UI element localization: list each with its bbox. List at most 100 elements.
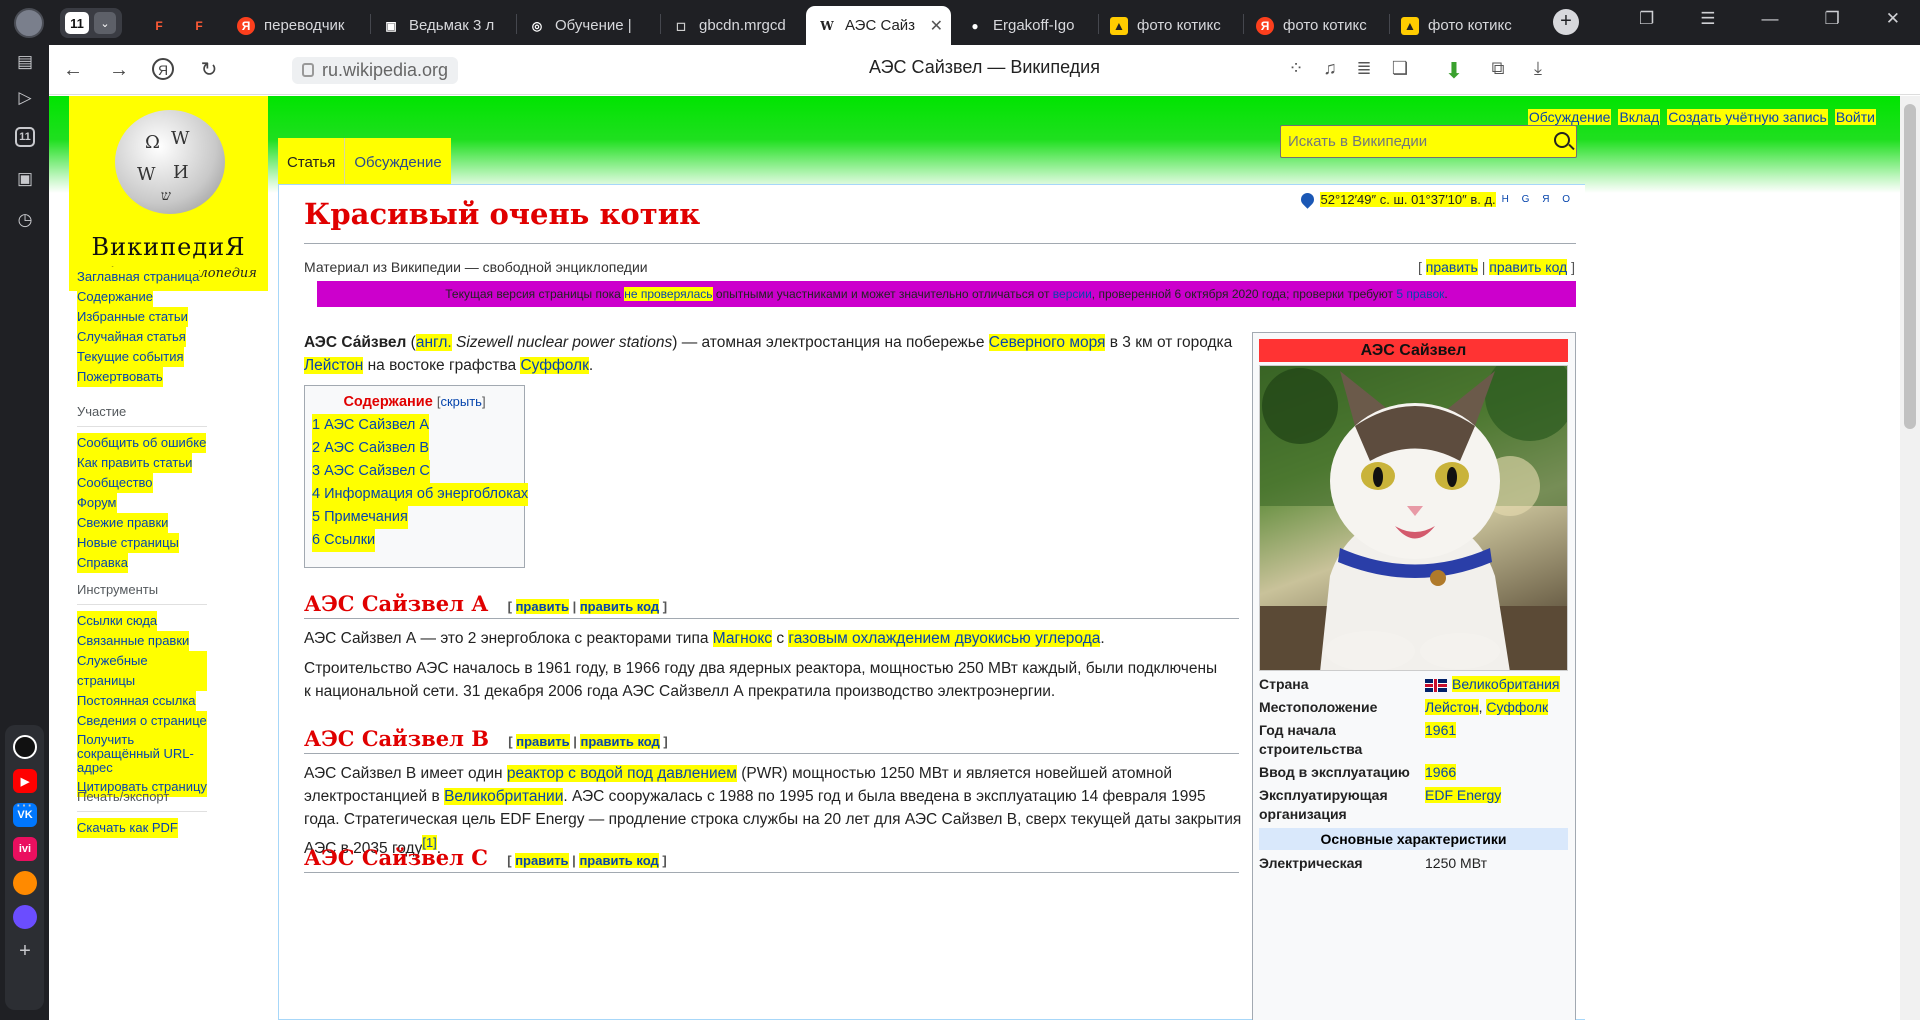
operator-link[interactable]: EDF Energy [1425,787,1502,803]
tab[interactable]: ● Ergakoff-Igo [966,6,1088,45]
downloads-icon[interactable]: ⤓ [1526,58,1550,79]
close-window-icon[interactable]: ✕ [1886,9,1900,29]
alice-icon[interactable] [13,735,37,759]
personal-contributions-link[interactable]: Вклад [1618,109,1661,125]
county-link[interactable]: Суффолк [1486,699,1549,715]
nav-item[interactable]: Справка [77,553,128,573]
nav-featured[interactable]: Избранные статьи [77,307,188,327]
play-icon[interactable]: ▷ [14,87,36,109]
section-edit-code-link[interactable]: править код [579,599,660,614]
nav-item[interactable]: Служебные страницы [77,651,207,691]
toc-item[interactable]: 2 АЭС Сайзвел B [312,437,430,460]
year-link[interactable]: 1961 [1425,722,1457,738]
url-field[interactable]: ru.wikipedia.org [292,57,459,84]
zen-icon[interactable] [13,871,37,895]
profile-avatar[interactable] [14,8,44,38]
reader-icon[interactable]: ⁘ [1284,58,1308,79]
section-edit-link[interactable]: править [515,853,569,868]
extensions-icon[interactable]: ⧉ [1486,58,1510,79]
nav-contents[interactable]: Содержание [77,287,153,307]
toc-item[interactable]: 1 АЭС Сайзвел А [312,414,430,437]
nav-item[interactable]: Форум [77,493,117,513]
nav-current-events[interactable]: Текущие события [77,347,184,367]
leiston-link[interactable]: Лейстон [304,357,364,374]
tab-group-button[interactable]: 11 ⌄ [60,8,122,38]
minimize-icon[interactable]: — [1762,9,1779,29]
tab[interactable]: F [190,6,218,45]
tabs-count-icon[interactable]: 11 [15,127,35,147]
search-input[interactable]: Искать в Википедии [1280,125,1577,158]
cat-photo[interactable] [1259,365,1568,671]
yandex-logo-icon[interactable]: Я [152,58,174,80]
download-arrow-icon[interactable]: ⬇ [1442,58,1466,84]
new-tab-button[interactable]: + [1553,9,1579,35]
menu-icon[interactable]: ☰ [1700,9,1715,29]
tab[interactable]: ▲ фото котикс [1401,6,1523,45]
screenshot-icon[interactable]: ▣ [14,168,36,190]
tab[interactable]: ◻ gbcdn.mrgcd [672,6,794,45]
back-icon[interactable]: ← [61,58,85,82]
lang-link[interactable]: англ. [415,334,452,351]
nav-item[interactable]: Связанные правки [77,631,190,651]
location-link[interactable]: Лейстон [1425,699,1479,715]
north-sea-link[interactable]: Северного моря [988,334,1106,351]
toc-item[interactable]: 3 АЭС Сайзвел C [312,460,430,483]
more-icon[interactable]: ⋯ [14,795,36,817]
nav-item[interactable]: Получить сокращённый URL-адрес [77,731,207,777]
collections-icon[interactable]: ▤ [14,51,36,73]
tab[interactable]: ◎ Обучение | [528,6,650,45]
reading-mode-icon[interactable]: ≣ [1352,58,1376,79]
magnox-link[interactable]: Магнокс [712,630,773,647]
ivi-icon[interactable]: ivi [13,837,37,861]
section-edit-link[interactable]: править [516,734,570,749]
pwr-link[interactable]: реактор с водой под давлением [506,765,737,782]
nav-donate[interactable]: Пожертвовать [77,367,163,387]
nav-item[interactable]: Ссылки сюда [77,611,158,631]
nav-item[interactable]: Как править статьи [77,453,193,473]
nav-item[interactable]: Сообщество [77,473,153,493]
nav-item[interactable]: Скачать как PDF [77,818,178,838]
login-link[interactable]: Войти [1834,109,1876,125]
country-link[interactable]: Великобритания [1452,676,1560,692]
notice-edits-link[interactable]: 5 правок [1396,287,1444,301]
tab[interactable]: ▲ фото котикс [1110,6,1232,45]
notice-unreviewed-link[interactable]: не проверялась [624,287,713,301]
toc-item[interactable]: 5 Примечания [312,506,408,529]
uk-link[interactable]: Великобритании [444,788,564,805]
add-app-icon[interactable]: + [13,939,37,963]
toc-item[interactable]: 6 Ссылки [312,529,376,552]
edit-link[interactable]: править [1425,259,1478,275]
scrollbar-thumb[interactable] [1904,104,1916,429]
history-icon[interactable]: ◷ [14,209,36,231]
nav-item[interactable]: Новые страницы [77,533,179,553]
map-pin-icon[interactable] [1298,190,1318,209]
create-account-link[interactable]: Создать учётную запись [1667,109,1828,125]
toc-item[interactable]: 4 Информация об энергоблоках [312,483,529,506]
youtube-icon[interactable]: ▶ [13,769,37,793]
page-scrollbar[interactable] [1900,96,1920,1020]
section-edit-code-link[interactable]: править код [580,734,660,749]
coordinates-text[interactable]: 52°12′49″ с. ш. 01°37′10″ в. д. [1320,192,1496,207]
edit-code-link[interactable]: править код [1489,259,1568,275]
tab-active[interactable]: W АЭС Сайз ✕ [806,6,951,45]
wikipedia-logo[interactable]: Ω W W И ש ВикипедиЯ Свободная энциклопед… [69,96,268,291]
tab[interactable]: Я фото котикс [1256,6,1378,45]
tabs-overview-icon[interactable]: ❐ [1639,9,1654,29]
section-edit-link[interactable]: править [515,599,569,614]
nav-item[interactable]: Свежие правки [77,513,169,533]
map-links[interactable]: H G Я O [1502,194,1575,205]
nav-item[interactable]: Сведения о странице [77,711,207,731]
suffolk-link[interactable]: Суффолк [520,357,589,374]
tab[interactable]: Я переводчик [237,6,359,45]
bookmark-icon[interactable]: ❏ [1388,58,1412,79]
tab[interactable]: F [150,6,178,45]
notice-version-link[interactable]: версии [1053,287,1092,301]
nav-item[interactable]: Постоянная ссылка [77,691,196,711]
year-link[interactable]: 1966 [1425,764,1457,780]
messenger-icon[interactable] [13,905,37,929]
reload-icon[interactable]: ↻ [197,58,221,82]
search-icon[interactable] [1554,132,1570,148]
restore-icon[interactable]: ❐ [1825,9,1840,29]
nav-main-page[interactable]: Заглавная страница [77,267,200,287]
headphones-icon[interactable]: ♫ [1318,58,1342,79]
